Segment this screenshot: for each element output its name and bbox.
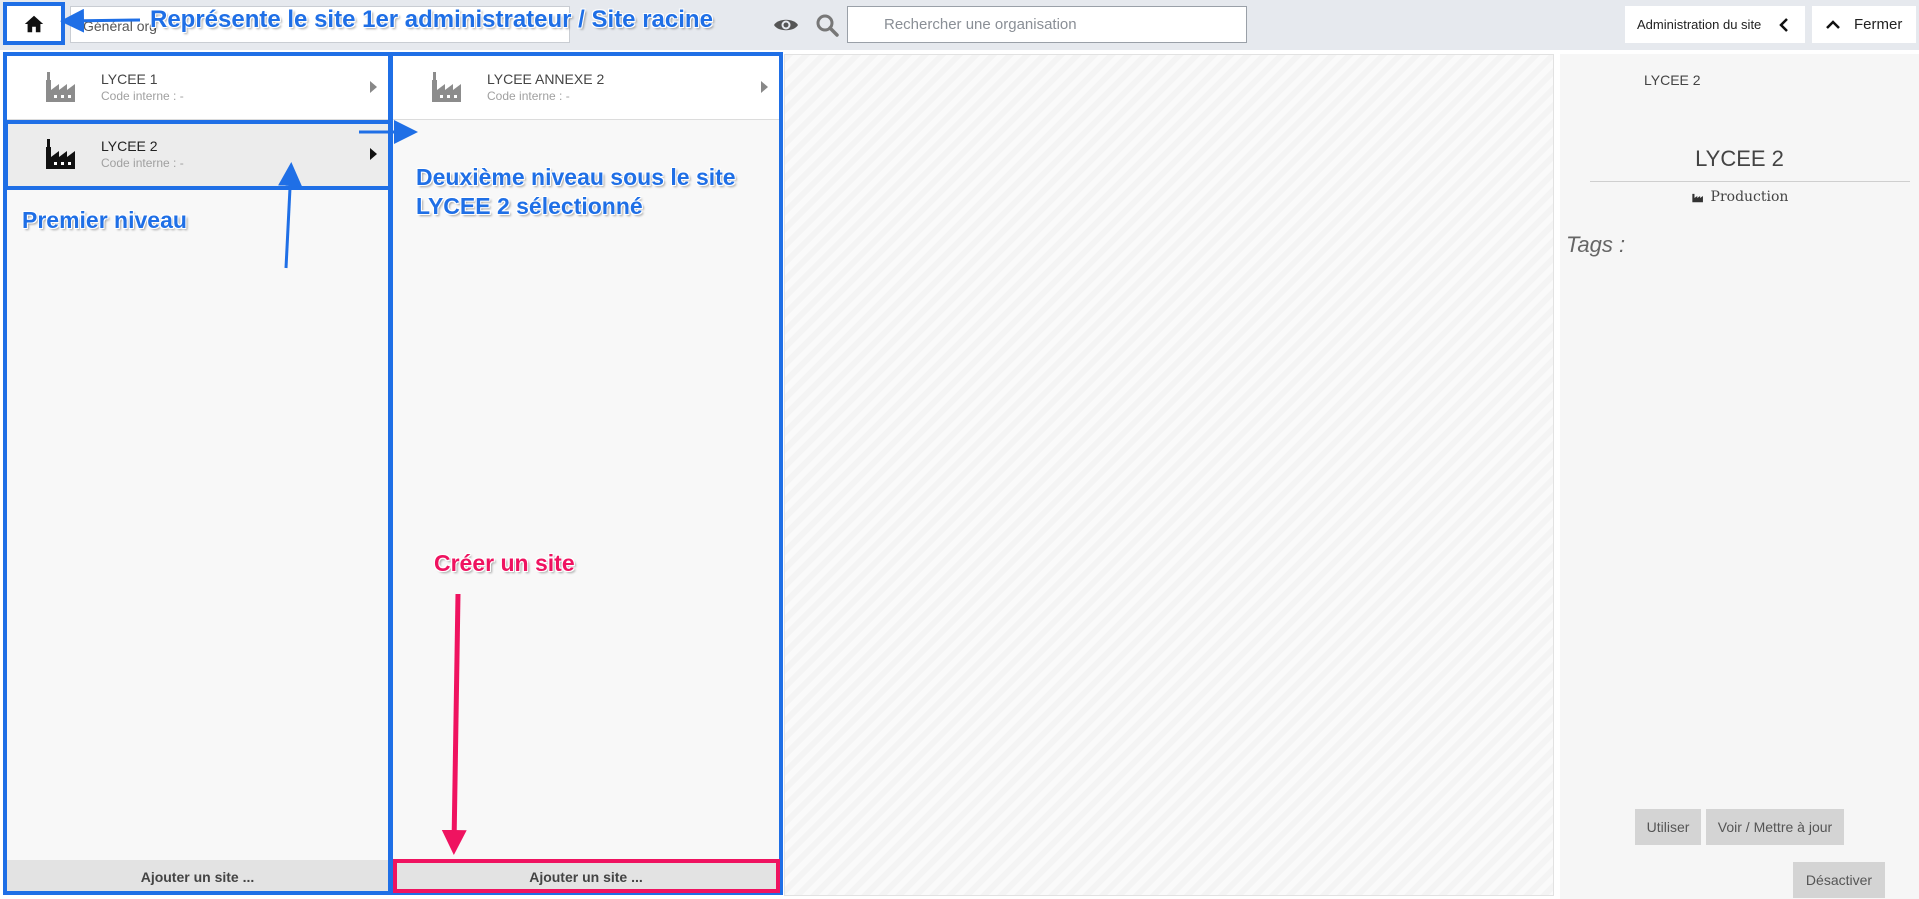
factory-icon	[1691, 193, 1703, 203]
search-organization-input[interactable]	[847, 6, 1247, 43]
view-update-button[interactable]: Voir / Mettre à jour	[1706, 809, 1844, 845]
site-detail-panel: LYCEE 2 LYCEE 2 Production Tags : Utilis…	[1560, 54, 1919, 899]
use-button[interactable]: Utiliser	[1635, 809, 1701, 845]
site-admin-button[interactable]: Administration du site	[1625, 6, 1805, 43]
eye-icon[interactable]	[773, 15, 799, 35]
chevron-up-icon	[1826, 18, 1840, 32]
annotation-create-site: Créer un site	[434, 550, 575, 576]
annotation-root-site: Représente le site 1er administrateur / …	[150, 6, 713, 33]
app-window: Général org Administration du site Ferme…	[0, 0, 1919, 899]
annotation-second-level-line2: LYCEE 2 sélectionné	[416, 193, 643, 219]
close-button[interactable]: Fermer	[1812, 6, 1916, 43]
site-type: Production	[1560, 189, 1919, 205]
chevron-left-icon	[1777, 17, 1791, 32]
annotation-frame-add-site	[393, 859, 780, 893]
annotation-second-level-line1: Deuxième niveau sous le site	[416, 164, 736, 190]
site-type-label: Production	[1710, 189, 1789, 205]
site-admin-label: Administration du site	[1637, 17, 1762, 32]
empty-column-area	[784, 54, 1554, 896]
search-icon[interactable]	[815, 13, 839, 37]
breadcrumb: LYCEE 2	[1644, 72, 1701, 88]
divider	[1590, 181, 1910, 182]
annotation-frame-selected-site	[4, 120, 392, 190]
site-title: LYCEE 2	[1695, 146, 1784, 171]
organization-select-value: Général org	[83, 18, 157, 34]
annotation-frame-home	[3, 2, 65, 45]
close-label: Fermer	[1854, 16, 1903, 33]
disable-button[interactable]: Désactiver	[1793, 862, 1885, 898]
tags-label: Tags :	[1566, 232, 1626, 257]
annotation-first-level: Premier niveau	[22, 207, 187, 233]
